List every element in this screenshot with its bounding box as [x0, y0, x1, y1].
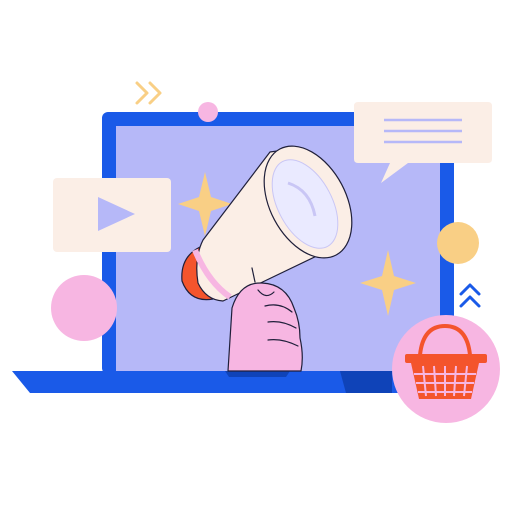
chevrons-right-icon [135, 81, 162, 105]
chevrons-up-icon [459, 283, 481, 308]
marketing-illustration [0, 0, 512, 512]
laptop-base-shadow [340, 371, 392, 393]
webcam-dot-icon [198, 102, 218, 122]
shopping-basket-icon [392, 315, 500, 423]
illustration-canvas [12, 81, 500, 423]
decorative-circle-pink [51, 275, 117, 341]
decorative-circle-yellow [437, 222, 479, 264]
laptop-touchpad-notch [225, 371, 290, 377]
play-video-icon [53, 178, 171, 252]
